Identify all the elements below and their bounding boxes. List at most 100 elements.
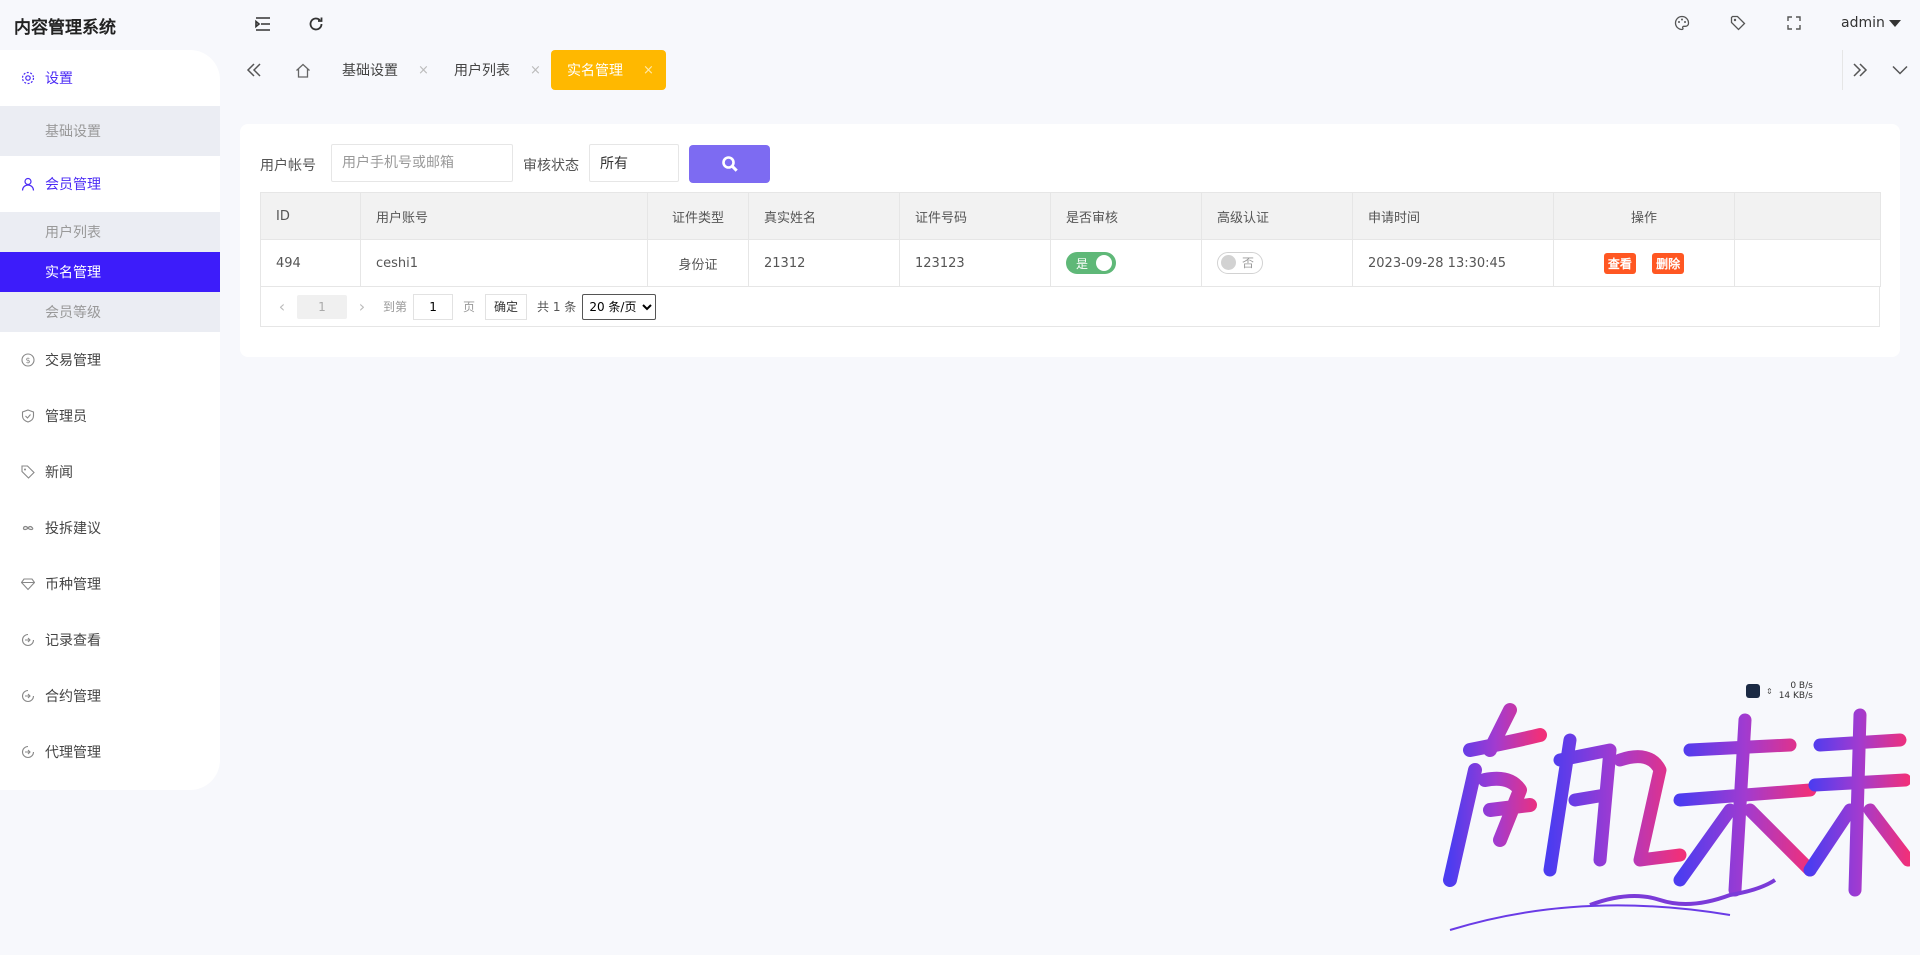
tab-basic-settings[interactable]: 基础设置 × <box>326 50 441 90</box>
svg-text:$: $ <box>25 356 30 365</box>
delete-button[interactable]: 删除 <box>1652 252 1685 274</box>
tabs-scroll-left-icon[interactable] <box>242 58 266 82</box>
sidebar-item-agents[interactable]: 代理管理 <box>0 724 220 780</box>
tag-icon[interactable] <box>1729 14 1747 32</box>
sidebar-item-records[interactable]: 记录查看 <box>0 612 220 668</box>
sidebar-item-label: 新闻 <box>45 465 73 481</box>
app-title: 内容管理系统 <box>14 18 116 38</box>
sidebar-item-label: 设置 <box>45 71 73 87</box>
goto-page-input[interactable] <box>413 293 454 320</box>
tab-realname-management[interactable]: 实名管理 × <box>551 50 666 90</box>
sidebar-item-label: 合约管理 <box>45 689 101 705</box>
goto-confirm-button[interactable]: 确定 <box>485 293 528 320</box>
column-header: 证件类型 <box>647 192 749 240</box>
column-header: 真实姓名 <box>748 192 900 240</box>
diamond-icon <box>20 577 35 592</box>
cell-real-name: 21312 <box>748 239 900 287</box>
divider <box>1842 50 1843 90</box>
toggle-knob <box>1221 255 1236 271</box>
caret-down-icon <box>1888 19 1901 27</box>
infinity-icon <box>20 521 35 536</box>
total-count: 共 1 条 <box>537 300 577 314</box>
prev-page-icon[interactable]: ‹ <box>273 297 291 316</box>
status-label: 审核状态 <box>523 158 579 174</box>
user-menu[interactable]: admin <box>1841 15 1901 31</box>
sidebar-subitem-basic-settings[interactable]: 基础设置 <box>0 106 220 156</box>
theme-palette-icon[interactable] <box>1673 14 1691 32</box>
sidebar-item-label: 币种管理 <box>45 577 101 593</box>
advanced-auth-toggle[interactable]: 否 <box>1217 251 1263 274</box>
search-icon <box>721 156 738 172</box>
sidebar-item-currency[interactable]: 币种管理 <box>0 556 220 612</box>
members-submenu: 用户列表 实名管理 会员等级 <box>0 212 220 332</box>
account-search-input[interactable] <box>331 144 513 182</box>
settings-submenu: 基础设置 <box>0 106 220 156</box>
tab-label: 用户列表 <box>454 63 510 79</box>
home-tab[interactable] <box>285 50 321 90</box>
content-card: 用户帐号 审核状态 所有 ID 用户账号 证件类型 真实姓名 证件号码 是否审核… <box>240 124 1900 357</box>
sidebar-subitem-realname[interactable]: 实名管理 <box>0 252 220 292</box>
cell-applied-at: 2023-09-28 13:30:45 <box>1352 239 1554 287</box>
cell-doc-type: 身份证 <box>647 239 749 287</box>
sidebar-item-suggestions[interactable]: 投拆建议 <box>0 500 220 556</box>
column-header: 证件号码 <box>899 192 1051 240</box>
toggle-knob <box>1096 255 1112 271</box>
sidebar-subitem-member-level[interactable]: 会员等级 <box>0 292 220 332</box>
search-button[interactable] <box>689 145 770 183</box>
tabs-scroll-right-icon[interactable] <box>1848 58 1872 82</box>
column-header: ID <box>260 192 361 240</box>
dollar-icon: $ <box>20 353 35 368</box>
tag-icon <box>20 465 35 480</box>
calligraphy-decoration-image <box>1443 703 1910 931</box>
reviewed-toggle[interactable]: 是 <box>1066 252 1116 274</box>
sidebar-item-news[interactable]: 新闻 <box>0 444 220 500</box>
realname-table: ID 用户账号 证件类型 真实姓名 证件号码 是否审核 高级认证 申请时间 操作… <box>260 192 1881 287</box>
column-header: 申请时间 <box>1352 192 1554 240</box>
sidebar-item-settings[interactable]: 设置 <box>0 50 220 106</box>
cell-empty <box>1734 239 1881 287</box>
sidebar-item-label: 记录查看 <box>45 633 101 649</box>
current-page[interactable]: 1 <box>297 294 347 319</box>
sidebar-item-trade[interactable]: $ 交易管理 <box>0 332 220 388</box>
shield-icon <box>20 409 35 424</box>
tab-user-list[interactable]: 用户列表 × <box>438 50 553 90</box>
cell-account: ceshi1 <box>360 239 648 287</box>
refresh-icon[interactable] <box>306 14 326 34</box>
toggle-label: 否 <box>1241 256 1254 271</box>
sidebar-item-label: 会员管理 <box>45 177 101 193</box>
column-header: 操作 <box>1553 192 1735 240</box>
close-icon[interactable]: × <box>418 63 429 78</box>
status-select[interactable]: 所有 <box>589 144 679 182</box>
user-icon <box>20 177 35 192</box>
tab-label: 基础设置 <box>342 63 398 79</box>
column-header <box>1734 192 1881 240</box>
sidebar-item-members[interactable]: 会员管理 <box>0 156 220 212</box>
cell-actions: 查看 删除 <box>1553 239 1735 287</box>
next-page-icon[interactable]: › <box>353 297 371 316</box>
menu-collapse-icon[interactable] <box>253 14 273 34</box>
column-header: 用户账号 <box>360 192 648 240</box>
sidebar-subitem-user-list[interactable]: 用户列表 <box>0 212 220 252</box>
fullscreen-icon[interactable] <box>1785 14 1803 32</box>
account-label: 用户帐号 <box>260 158 316 174</box>
circle-arrow-icon <box>20 745 35 760</box>
tab-label: 实名管理 <box>567 63 623 79</box>
close-icon[interactable]: × <box>530 63 541 78</box>
page-size-select[interactable]: 20 条/页 <box>582 293 657 320</box>
circle-arrow-icon <box>20 689 35 704</box>
column-header: 是否审核 <box>1050 192 1202 240</box>
pagination: ‹ 1 › 到第 页 确定 共 1 条 20 条/页 <box>260 287 1880 327</box>
username: admin <box>1841 15 1885 31</box>
page-unit-label: 页 <box>463 300 476 314</box>
column-header: 高级认证 <box>1201 192 1353 240</box>
sidebar-item-contracts[interactable]: 合约管理 <box>0 668 220 724</box>
close-icon[interactable]: × <box>643 63 654 78</box>
sidebar: 设置 基础设置 会员管理 用户列表 实名管理 会员等级 $ 交易管理 管理员 新… <box>0 50 220 790</box>
view-button[interactable]: 查看 <box>1603 252 1636 274</box>
circle-arrow-icon <box>20 633 35 648</box>
cell-id: 494 <box>260 239 361 287</box>
tabs-menu-chevron-down-icon[interactable] <box>1888 58 1912 82</box>
cell-advanced: 否 <box>1201 239 1353 287</box>
table-header-row: ID 用户账号 证件类型 真实姓名 证件号码 是否审核 高级认证 申请时间 操作 <box>260 192 1881 240</box>
sidebar-item-admins[interactable]: 管理员 <box>0 388 220 444</box>
